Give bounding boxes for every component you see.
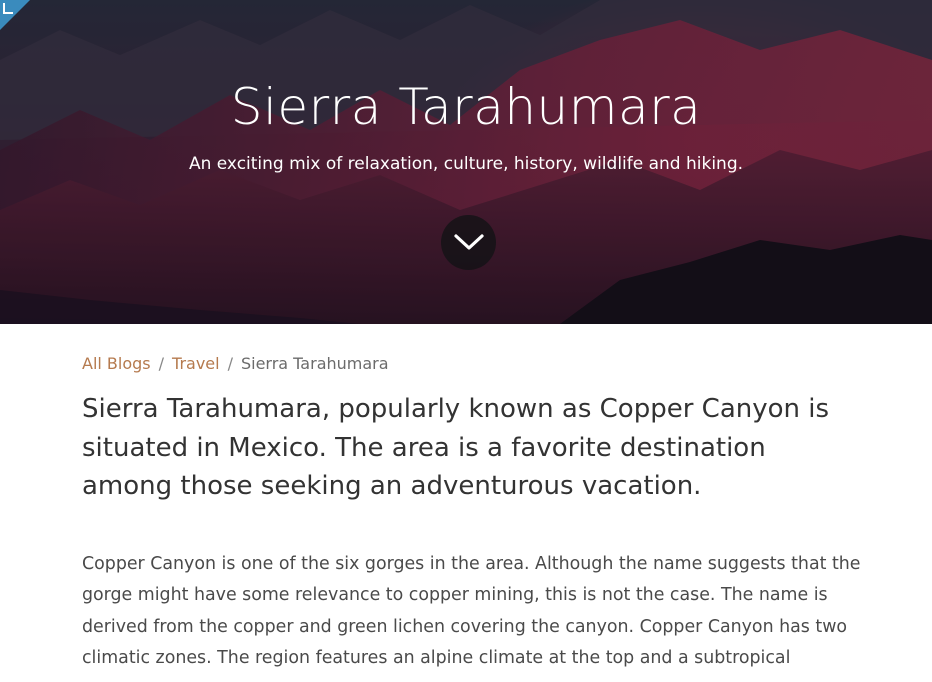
corner-bracket-icon[interactable]	[3, 3, 13, 14]
page-title: Sierra Tarahumara	[230, 78, 702, 136]
breadcrumb-current: Sierra Tarahumara	[240, 354, 389, 373]
scroll-down-button[interactable]	[441, 215, 496, 270]
breadcrumb-separator: /	[158, 354, 165, 373]
breadcrumb-separator: /	[227, 354, 233, 373]
breadcrumb-link-all-blogs[interactable]: All Blogs	[82, 354, 151, 373]
breadcrumb-link-travel[interactable]: Travel	[172, 354, 220, 373]
chevron-down-icon	[454, 234, 484, 250]
page-subtitle: An exciting mix of relaxation, culture, …	[188, 154, 744, 174]
article-content: All Blogs / Travel / Sierra Tarahumara Sierr…	[82, 324, 862, 675]
breadcrumb: All Blogs / Travel / Sierra Tarahumara	[82, 354, 862, 378]
hero-banner: Sierra Tarahumara An exciting mix of rel…	[0, 0, 932, 324]
article-paragraph: Copper Canyon is one of the six gorges i…	[82, 553, 861, 669]
article-lead: Sierra Tarahumara, popularly known as Co…	[82, 394, 830, 501]
